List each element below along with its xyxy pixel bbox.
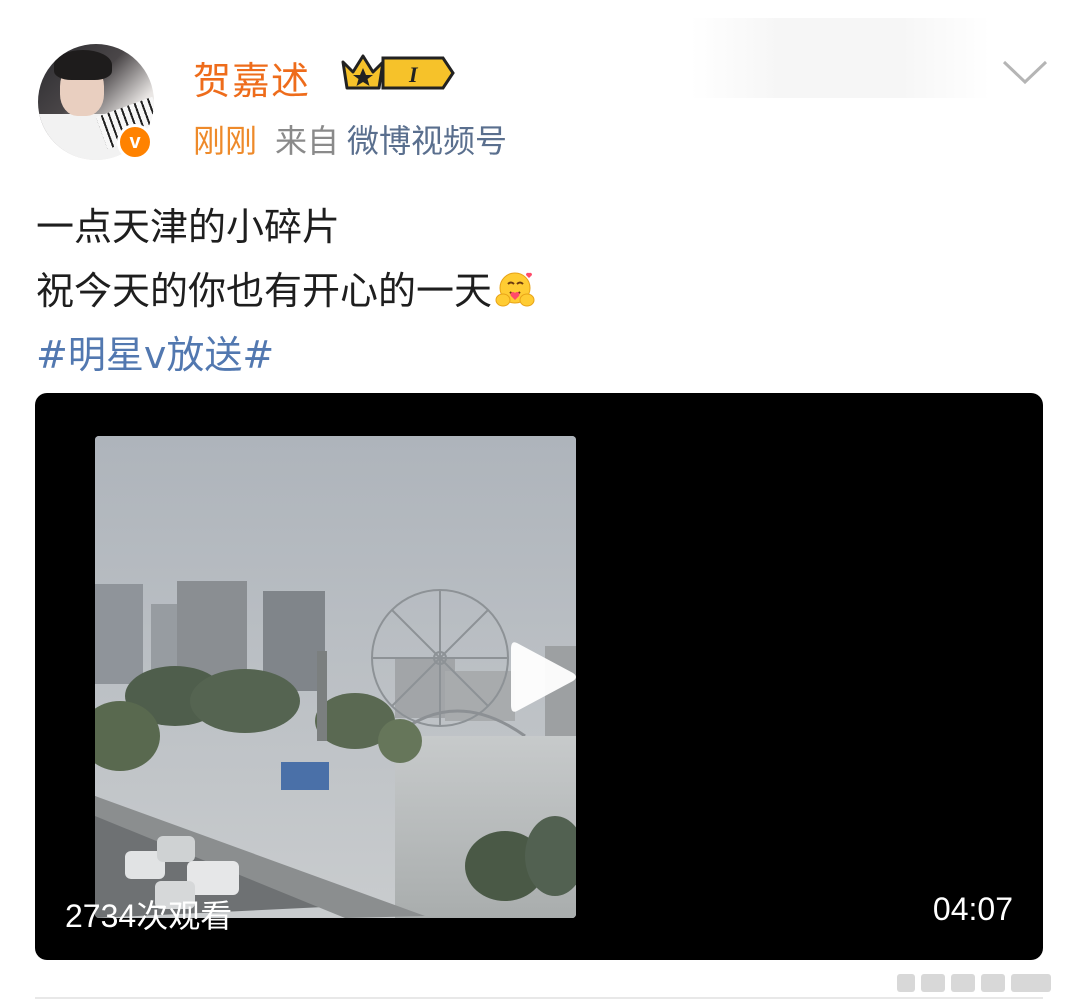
from-label: 来自 [275, 122, 340, 160]
username[interactable]: 贺嘉述 [193, 50, 310, 105]
post-meta: 刚刚 来自 微博视频号 [193, 116, 507, 162]
divider [35, 997, 1043, 999]
vip-crown-badge-icon: I [341, 54, 455, 90]
source-link[interactable]: 微博视频号 [347, 122, 507, 160]
post-time: 刚刚 [193, 122, 258, 160]
play-icon[interactable] [509, 637, 579, 717]
verified-badge-icon: v [117, 124, 153, 160]
vip-level-text: I [408, 62, 419, 87]
hug-emoji-icon [494, 265, 536, 307]
watermark-icon [897, 974, 1051, 992]
content-line-1: 一点天津的小碎片 [36, 205, 341, 249]
content-line-2: 祝今天的你也有开心的一天 [36, 259, 536, 323]
content-line-2-text: 祝今天的你也有开心的一天 [36, 269, 493, 313]
view-count: 2734次观看 [65, 898, 233, 934]
hashtag-link[interactable]: #明星v放送# [36, 323, 536, 387]
video-duration: 04:07 [932, 891, 1013, 927]
video-player[interactable]: 2734次观看 04:07 [35, 393, 1043, 960]
post-content: 一点天津的小碎片 祝今天的你也有开心的一天 #明星v放送# [36, 195, 536, 387]
chevron-down-icon[interactable] [1000, 56, 1050, 88]
video-thumbnail [95, 436, 576, 918]
blurred-area [690, 18, 990, 98]
